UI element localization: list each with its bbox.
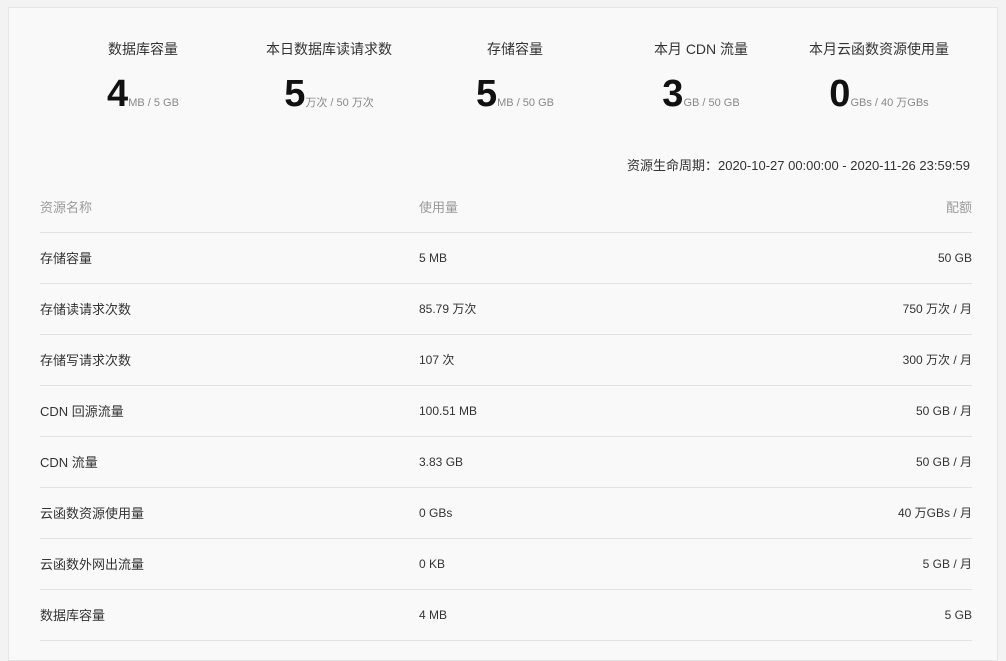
row-quota: 300 万次 / 月 — [902, 353, 972, 367]
stat-database-capacity: 数据库容量 4MB / 5 GB — [51, 40, 235, 123]
resource-usage-panel: 数据库容量 4MB / 5 GB 本日数据库读请求数 5万次 / 50 万次 存… — [8, 7, 998, 661]
row-usage: 4 MB — [419, 608, 448, 622]
stat-value-group: 0GBs / 40 万GBs — [787, 74, 971, 123]
row-usage: 85.79 万次 — [419, 302, 477, 316]
row-resource-name: CDN 流量 — [40, 455, 98, 470]
stat-value-group: 5万次 / 50 万次 — [237, 74, 421, 123]
row-quota: 50 GB / 月 — [915, 404, 972, 418]
stat-unit: MB / 5 GB — [128, 97, 179, 109]
stat-value: 5 — [284, 73, 306, 115]
row-usage: 3.83 GB — [419, 455, 464, 469]
stat-unit: 万次 / 50 万次 — [305, 97, 374, 109]
row-resource-name: 云函数外网出流量 — [40, 557, 145, 572]
row-quota: 5 GB / 月 — [922, 557, 972, 571]
row-usage: 107 次 — [419, 353, 455, 367]
resource-lifecycle-period: 资源生命周期：2020-10-27 00:00:00 - 2020-11-26 … — [626, 158, 970, 173]
stat-storage-capacity: 存储容量 5MB / 50 GB — [423, 40, 607, 123]
stat-label: 本月 CDN 流量 — [653, 41, 749, 57]
header-resource-name: 资源名称 — [40, 200, 93, 215]
row-usage: 0 KB — [419, 557, 446, 571]
row-usage: 100.51 MB — [419, 404, 478, 418]
stats-overview: 数据库容量 4MB / 5 GB 本日数据库读请求数 5万次 / 50 万次 存… — [51, 40, 971, 130]
table-row: 数据库容量 4 MB 5 GB — [40, 590, 972, 641]
stat-value: 5 — [476, 73, 498, 115]
table-row: 存储容量 5 MB 50 GB — [40, 233, 972, 284]
row-resource-name: 存储容量 — [40, 251, 93, 266]
stat-unit: GB / 50 GB — [683, 97, 740, 109]
row-resource-name: CDN 回源流量 — [40, 404, 124, 419]
resource-table: 资源名称 使用量 配额 存储容量 5 MB 50 GB 存储读请求次数 85.7… — [40, 182, 972, 641]
table-row: CDN 流量 3.83 GB 50 GB / 月 — [40, 437, 972, 488]
table-row: 云函数外网出流量 0 KB 5 GB / 月 — [40, 539, 972, 590]
stat-label: 本月云函数资源使用量 — [809, 41, 949, 57]
stat-monthly-cdn-traffic: 本月 CDN 流量 3GB / 50 GB — [609, 40, 793, 123]
stat-daily-db-reads: 本日数据库读请求数 5万次 / 50 万次 — [237, 40, 421, 123]
stat-label: 数据库容量 — [108, 41, 178, 57]
stat-value: 0 — [829, 73, 851, 115]
table-row: CDN 回源流量 100.51 MB 50 GB / 月 — [40, 386, 972, 437]
stat-value-group: 5MB / 50 GB — [423, 74, 607, 123]
table-row: 存储写请求次数 107 次 300 万次 / 月 — [40, 335, 972, 386]
header-quota: 配额 — [945, 200, 972, 215]
stat-value: 3 — [662, 73, 684, 115]
stat-value-group: 4MB / 5 GB — [51, 74, 235, 123]
row-resource-name: 存储写请求次数 — [40, 353, 132, 368]
stat-value-group: 3GB / 50 GB — [609, 74, 793, 123]
stat-label: 本日数据库读请求数 — [266, 41, 392, 57]
row-resource-name: 存储读请求次数 — [40, 302, 132, 317]
row-quota: 5 GB — [944, 608, 972, 622]
row-usage: 0 GBs — [419, 506, 453, 520]
table-row: 云函数资源使用量 0 GBs 40 万GBs / 月 — [40, 488, 972, 539]
row-resource-name: 云函数资源使用量 — [40, 506, 145, 521]
row-quota: 750 万次 / 月 — [902, 302, 972, 316]
row-usage: 5 MB — [419, 251, 448, 265]
stat-label: 存储容量 — [487, 41, 543, 57]
row-quota: 50 GB / 月 — [915, 455, 972, 469]
stat-monthly-function-usage: 本月云函数资源使用量 0GBs / 40 万GBs — [787, 40, 971, 123]
table-header: 资源名称 使用量 配额 — [40, 182, 972, 233]
stat-value: 4 — [107, 73, 129, 115]
table-row: 存储读请求次数 85.79 万次 750 万次 / 月 — [40, 284, 972, 335]
row-quota: 50 GB — [937, 251, 972, 265]
stat-unit: GBs / 40 万GBs — [850, 97, 929, 109]
stat-unit: MB / 50 GB — [497, 97, 554, 109]
header-usage: 使用量 — [419, 200, 459, 215]
row-resource-name: 数据库容量 — [40, 608, 106, 623]
row-quota: 40 万GBs / 月 — [897, 506, 972, 520]
